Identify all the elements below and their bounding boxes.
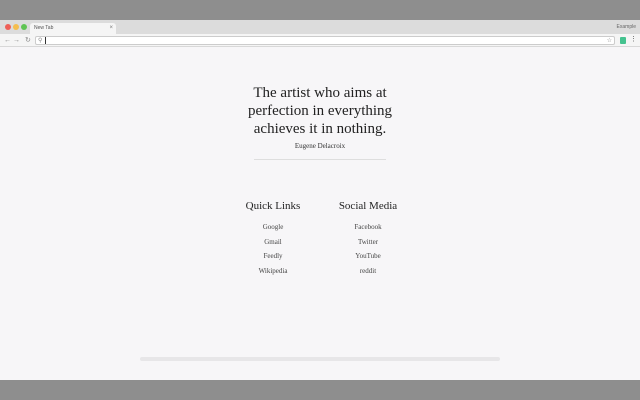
back-arrow-icon[interactable]: ← xyxy=(4,36,11,45)
search-icon: ⚲ xyxy=(38,38,43,44)
star-icon[interactable]: ☆ xyxy=(607,37,612,45)
quote-line: The artist who aims at xyxy=(253,85,387,101)
toolbar: ← → ↻ ⚲ ☆ ⋮ xyxy=(0,34,640,47)
address-input[interactable] xyxy=(45,37,605,44)
link-reddit[interactable]: reddit xyxy=(323,264,413,279)
close-window-button[interactable] xyxy=(5,24,11,30)
tab-new-tab[interactable]: New Tab × xyxy=(30,23,116,34)
tab-close-icon[interactable]: × xyxy=(109,23,113,34)
quick-links-title: Quick Links xyxy=(245,200,301,212)
link-feedly[interactable]: Feedly xyxy=(228,249,318,264)
divider xyxy=(254,159,386,160)
link-gmail[interactable]: Gmail xyxy=(228,235,318,250)
tab-strip: New Tab × Example xyxy=(0,20,640,34)
quote-line: achieves it in nothing. xyxy=(253,121,387,137)
link-youtube[interactable]: YouTube xyxy=(323,249,413,264)
link-google[interactable]: Google xyxy=(228,220,318,235)
link-facebook[interactable]: Facebook xyxy=(323,220,413,235)
bottom-shadow xyxy=(140,357,500,361)
new-tab-page: The artist who aims at perfection in eve… xyxy=(0,48,640,380)
minimize-window-button[interactable] xyxy=(13,24,19,30)
extension-icon[interactable] xyxy=(620,37,626,44)
quick-links-section: Quick Links Google Gmail Feedly Wikipedi… xyxy=(228,200,318,278)
link-twitter[interactable]: Twitter xyxy=(323,235,413,250)
menu-icon[interactable]: ⋮ xyxy=(630,35,637,45)
address-bar[interactable]: ⚲ ☆ xyxy=(35,36,615,45)
tab-title: New Tab xyxy=(34,25,54,31)
profile-name[interactable]: Example xyxy=(617,23,636,31)
maximize-window-button[interactable] xyxy=(21,24,27,30)
reload-icon[interactable]: ↻ xyxy=(25,36,31,45)
quote-author: Eugene Delacroix xyxy=(294,142,346,150)
social-media-title: Social Media xyxy=(338,200,398,212)
quote-line: perfection in everything xyxy=(247,103,393,119)
quote-text: The artist who aims at perfection in eve… xyxy=(200,84,440,138)
browser-window: New Tab × Example ← → ↻ ⚲ ☆ ⋮ The artist… xyxy=(0,20,640,380)
social-media-section: Social Media Facebook Twitter YouTube re… xyxy=(323,200,413,278)
forward-arrow-icon[interactable]: → xyxy=(13,36,20,45)
link-wikipedia[interactable]: Wikipedia xyxy=(228,264,318,279)
